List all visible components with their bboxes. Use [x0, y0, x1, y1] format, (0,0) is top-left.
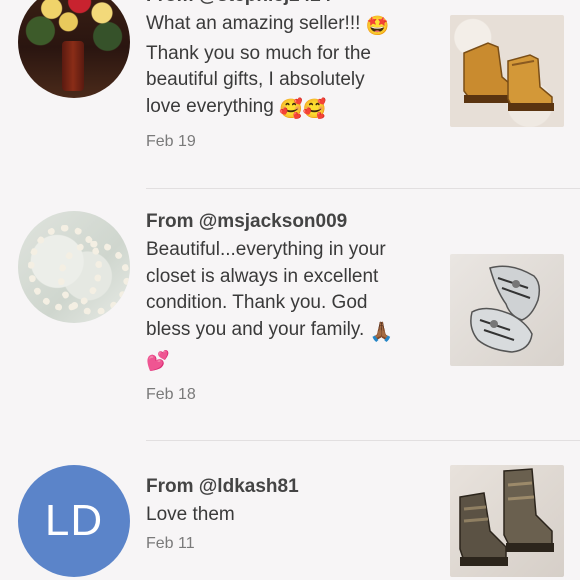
reviewer-handle[interactable]: From @msjackson009 [146, 210, 428, 234]
vase-shape [62, 41, 84, 91]
avatar-initials: LD [44, 496, 104, 545]
pearl-strand [58, 241, 130, 315]
review-text-line: Beautiful...everything in your [146, 239, 386, 260]
gray-sneakers-image [470, 265, 541, 353]
review-text-line: closet is always in excellent [146, 265, 379, 287]
reviewer-avatar[interactable] [18, 211, 130, 323]
smiling-hearts-emoji: 🥰🥰 [279, 98, 327, 120]
review-date: Feb 11 [146, 534, 195, 552]
review-text-line: love everything [146, 95, 280, 117]
review-text-line: condition. Thank you. God [146, 292, 368, 313]
tan-boots-image [463, 42, 554, 111]
review-item: From @stephiej2424 What an amazing selle… [0, 0, 580, 180]
review-item: LD From @ldkash81 Love them Feb 11 [0, 463, 580, 580]
praying-hands-emoji: 🙏🏾 [369, 321, 394, 343]
reviewer-avatar[interactable] [18, 0, 130, 98]
star-struck-emoji: 🤩 [365, 16, 390, 37]
listing-thumbnail[interactable] [450, 254, 564, 366]
review-text-line: bless you and your family. [146, 318, 370, 340]
combat-boots-image [459, 468, 554, 566]
listing-thumbnail[interactable] [450, 465, 564, 577]
review-text-line: beautiful gifts, I absolutely [146, 69, 365, 90]
listing-thumbnail[interactable] [450, 15, 564, 127]
review-divider [146, 440, 580, 441]
review-text-line: What an amazing seller!!! [146, 13, 366, 34]
review-date: Feb 18 [146, 385, 196, 403]
review-item: From @msjackson009 Beautiful...everythin… [0, 210, 580, 440]
reviewer-handle[interactable]: From @stephiej2424 [146, 0, 428, 8]
two-hearts-emoji: 💕 [146, 351, 170, 372]
review-message: Love them [146, 504, 235, 525]
review-message: Beautiful...everything in your closet is… [146, 237, 428, 376]
reviewer-avatar[interactable]: LD [18, 465, 130, 577]
review-divider [146, 188, 580, 189]
review-message: What an amazing seller!!! 🤩 Thank you so… [146, 11, 428, 123]
review-text-line: Thank you so much for the [146, 42, 371, 64]
reviewer-handle[interactable]: From @ldkash81 [146, 475, 428, 499]
reviews-feed: From @stephiej2424 What an amazing selle… [0, 0, 580, 580]
review-date: Feb 19 [146, 133, 196, 150]
